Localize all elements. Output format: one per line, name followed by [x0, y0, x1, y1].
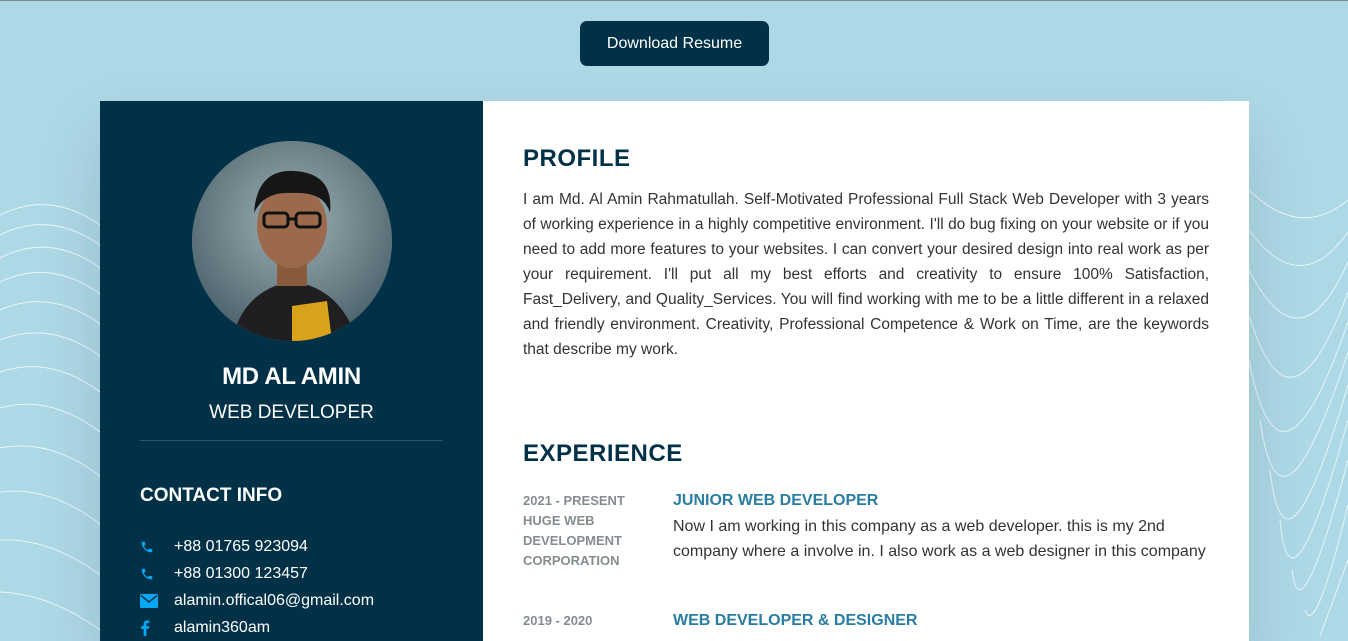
- person-role: WEB DEVELOPER: [209, 402, 374, 423]
- contact-item-facebook: alamin360am: [140, 614, 374, 641]
- experience-meta: 2019 - 2020: [523, 611, 643, 631]
- sidebar-divider: [140, 440, 443, 441]
- experience-heading: EXPERIENCE: [523, 440, 683, 467]
- resume-sidebar: MD AL AMIN WEB DEVELOPER CONTACT INFO +8…: [100, 101, 483, 641]
- person-name: MD AL AMIN: [222, 363, 361, 390]
- profile-photo: [192, 141, 392, 341]
- experience-body: WEB DEVELOPER & DESIGNER: [673, 611, 1209, 631]
- experience-period: 2019 - 2020: [523, 613, 593, 628]
- experience-title: WEB DEVELOPER & DESIGNER: [673, 612, 918, 629]
- phone-icon: [140, 567, 174, 581]
- facebook-icon: [140, 619, 174, 636]
- experience-period: 2021 - PRESENT: [523, 493, 625, 508]
- download-resume-button[interactable]: Download Resume: [580, 21, 769, 66]
- phone-icon: [140, 540, 174, 554]
- contact-item-phone-1: +88 01765 923094: [140, 533, 374, 560]
- experience-meta: 2021 - PRESENT HUGE WEB DEVELOPMENT CORP…: [523, 491, 643, 571]
- experience-title: JUNIOR WEB DEVELOPER: [673, 492, 879, 509]
- contact-text[interactable]: alamin360am: [174, 619, 270, 637]
- email-icon: [140, 593, 174, 608]
- experience-description: Now I am working in this company as a we…: [673, 518, 1206, 560]
- contact-item-phone-2: +88 01300 123457: [140, 560, 374, 587]
- experience-body: JUNIOR WEB DEVELOPER Now I am working in…: [673, 491, 1209, 564]
- experience-company: HUGE WEB DEVELOPMENT CORPORATION: [523, 513, 622, 568]
- contact-text[interactable]: +88 01765 923094: [174, 538, 308, 556]
- profile-text: I am Md. Al Amin Rahmatullah. Self-Motiv…: [523, 191, 1209, 358]
- resume-card: MD AL AMIN WEB DEVELOPER CONTACT INFO +8…: [100, 101, 1249, 641]
- profile-photo-illustration: [192, 141, 392, 341]
- contact-text[interactable]: +88 01300 123457: [174, 565, 308, 583]
- contact-item-email: alamin.offical06@gmail.com: [140, 587, 374, 614]
- profile-heading: PROFILE: [523, 145, 631, 172]
- contact-list: +88 01765 923094 +88 01300 123457 alamin…: [140, 533, 374, 641]
- contact-text[interactable]: alamin.offical06@gmail.com: [174, 592, 374, 610]
- contact-info-heading: CONTACT INFO: [140, 485, 283, 506]
